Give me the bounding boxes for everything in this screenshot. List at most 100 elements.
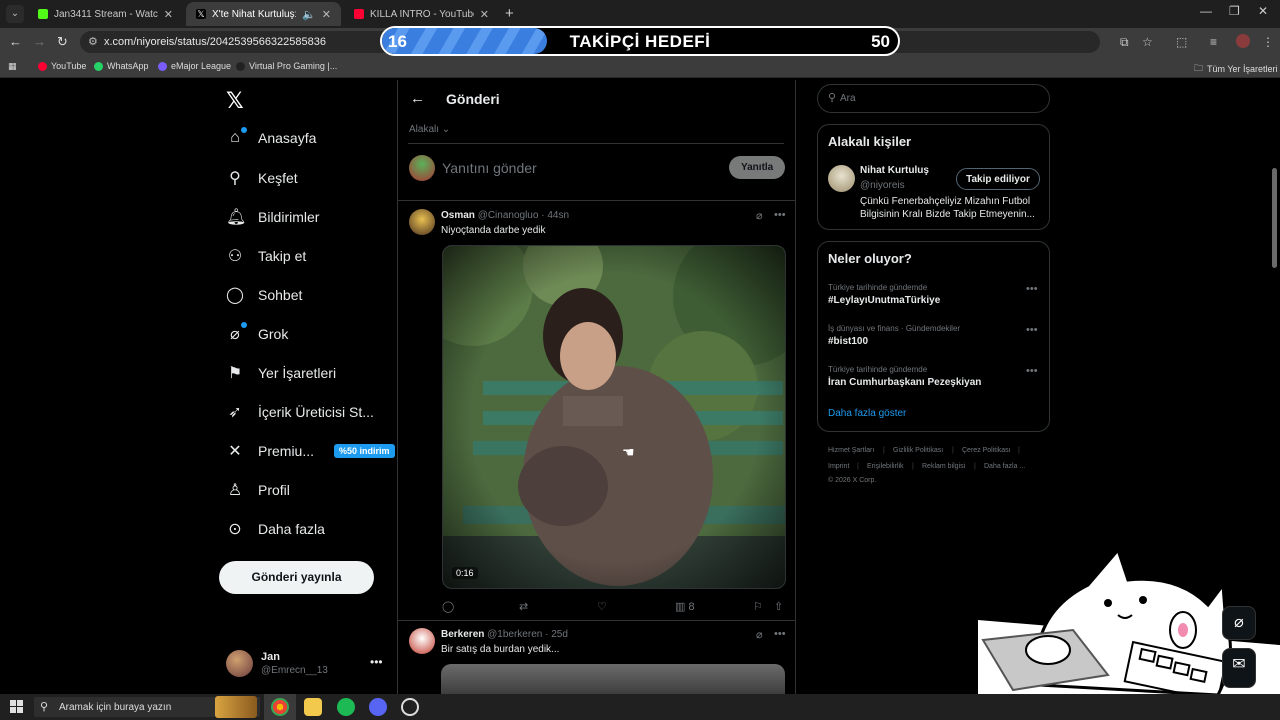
x-favicon-icon: 𝕏	[196, 9, 206, 19]
avatar[interactable]	[409, 628, 435, 654]
reply-icon[interactable]: ◯	[442, 600, 454, 613]
new-tab-button[interactable]: +	[505, 5, 514, 22]
more-dots-icon[interactable]: •••	[774, 209, 786, 221]
nav-more[interactable]: ⊙ Daha fazla	[226, 519, 325, 539]
all-bookmarks[interactable]: 🗀 Tüm Yer İşaretleri	[1194, 61, 1278, 77]
related-person-bio: Çünkü Fenerbahçeliyiz Mizahın Futbol Bil…	[860, 196, 1035, 220]
search-icon: ⚲	[828, 92, 837, 104]
rocket-icon: ➶	[228, 404, 242, 421]
share-icon[interactable]: ⇧	[774, 600, 783, 613]
nav-grok[interactable]: ⌀ Grok	[226, 322, 288, 344]
speaker-icon[interactable]: 🔈	[302, 8, 316, 21]
tab-search-button[interactable]: ⌄	[6, 5, 24, 23]
post-button[interactable]: Gönderi yayınla	[219, 561, 374, 594]
discord-icon[interactable]	[369, 698, 387, 716]
whatsapp-icon	[94, 61, 103, 71]
bookmark-icon[interactable]: ⚐	[753, 600, 763, 613]
sort-dropdown[interactable]: Alakalı ⌄	[409, 124, 450, 135]
bookmark-whatsapp[interactable]: WhatsApp	[94, 61, 149, 71]
more-dots-icon[interactable]: •••	[1026, 283, 1038, 295]
tweet-author[interactable]: Berkeren @1berkeren · 25d	[441, 629, 568, 640]
restore-icon[interactable]: ❐	[1229, 4, 1240, 18]
avatar[interactable]	[409, 209, 435, 235]
youtube-icon	[354, 9, 364, 19]
search-input[interactable]: ⚲ Ara	[817, 84, 1050, 113]
notification-dot	[241, 322, 247, 328]
premium-discount-badge: %50 indirim	[334, 444, 395, 458]
grok-icon[interactable]: ⌀	[756, 628, 763, 641]
like-icon[interactable]: ♡	[597, 600, 607, 613]
spotify-icon[interactable]	[337, 698, 355, 716]
bookmark-youtube[interactable]: YouTube	[38, 61, 86, 71]
file-explorer-icon[interactable]	[304, 698, 322, 716]
close-tab-icon[interactable]: ✕	[480, 8, 489, 21]
more-dots-icon[interactable]: •••	[370, 655, 383, 669]
tab-x-post[interactable]: 𝕏 X'te Nihat Kurtuluş: "KRİPTO 🔈 ✕	[186, 2, 341, 26]
profile-avatar-icon[interactable]	[1236, 34, 1250, 48]
avatar	[409, 155, 435, 181]
bookmark-star-icon[interactable]: ☆	[1142, 35, 1153, 49]
nav-follow[interactable]: ⚇ Takip et	[226, 246, 306, 266]
more-circle-icon: ⊙	[228, 521, 242, 538]
show-more-link[interactable]: Daha fazla göster	[828, 408, 906, 419]
views-icon: ▥	[675, 601, 686, 613]
tweet-author[interactable]: Osman @Cinanogluo · 44sn	[441, 210, 569, 221]
windows-start-icon[interactable]	[10, 700, 23, 713]
views-button[interactable]: ▥ 8	[675, 600, 695, 613]
related-person-name[interactable]: Nihat Kurtuluş	[860, 165, 929, 176]
x-logo-icon[interactable]: 𝕏	[226, 88, 244, 114]
following-button[interactable]: Takip ediliyor	[956, 168, 1040, 190]
nav-home[interactable]: ⌂ Anasayfa	[226, 127, 316, 147]
bookmark-emajor[interactable]: eMajor League	[158, 61, 231, 71]
tab-jan3411-stream[interactable]: Jan3411 Stream - Watch Live o ✕	[28, 2, 183, 26]
nav-bookmarks[interactable]: ⚑ Yer İşaretleri	[226, 363, 336, 383]
nav-profile[interactable]: ♙ Profil	[226, 480, 290, 500]
media-control-icon[interactable]: ≡	[1210, 35, 1217, 49]
apps-grid-icon[interactable]: ▦	[8, 61, 17, 72]
grok-floating-button[interactable]: ⌀	[1222, 606, 1256, 640]
close-window-icon[interactable]: ✕	[1258, 4, 1268, 18]
minimize-icon[interactable]: —	[1200, 4, 1212, 18]
nav-explore[interactable]: ⚲ Keşfet	[226, 168, 298, 188]
extensions-icon[interactable]: ⬚	[1176, 35, 1187, 49]
reply-button[interactable]: Yanıtla	[729, 156, 786, 179]
more-dots-icon[interactable]: •••	[1026, 365, 1038, 377]
tweet-video[interactable]: 0:16	[442, 245, 786, 589]
obs-icon[interactable]	[401, 698, 419, 716]
nav-premium[interactable]: ✕ Premiu... %50 indirim	[226, 441, 395, 461]
close-tab-icon[interactable]: ✕	[322, 8, 331, 21]
bell-icon: 🔔︎	[226, 209, 247, 226]
messages-floating-button[interactable]: ✉	[1222, 648, 1256, 688]
tweet-text: Niyoçtanda darbe yedik	[441, 225, 546, 236]
person-icon: ♙	[227, 482, 243, 499]
reply-input[interactable]: Yanıtını gönder	[442, 160, 537, 176]
forward-arrow-icon[interactable]: →	[33, 34, 46, 49]
divider	[398, 200, 795, 201]
more-dots-icon[interactable]: •••	[1026, 324, 1038, 336]
reload-icon[interactable]: ↻	[57, 34, 68, 50]
nav-chat[interactable]: ◯ Sohbet	[226, 285, 302, 305]
tweet-image[interactable]	[441, 664, 785, 694]
trends-card: Neler oluyor? Türkiye tarihinde gündemde…	[817, 241, 1050, 432]
tweet-actions: ◯ ⇄ ♡ ▥ 8 ⚐ ⇧	[442, 600, 786, 614]
nav-creator-studio[interactable]: ➶ İçerik Üreticisi St...	[226, 402, 374, 422]
page-scrollbar[interactable]	[1272, 168, 1277, 268]
nav-notifications[interactable]: 🔔︎ Bildirimler	[226, 207, 319, 227]
more-dots-icon[interactable]: •••	[774, 628, 786, 640]
cast-icon[interactable]: ⧉	[1120, 35, 1129, 50]
back-arrow-icon[interactable]: ←	[410, 90, 425, 107]
account-switcher[interactable]: Jan @Emrecn__13 •••	[226, 650, 386, 680]
back-arrow-icon[interactable]: ←	[9, 34, 22, 49]
mouse-cursor: ☚	[622, 444, 635, 460]
browser-menu-icon[interactable]: ⋮	[1262, 35, 1274, 49]
tab-killa-intro[interactable]: KILLA INTRO - YouTube ✕	[344, 2, 499, 26]
x-icon: ✕	[228, 443, 242, 460]
related-people-card: Alakalı kişiler Nihat Kurtuluş @niyoreis…	[817, 124, 1050, 230]
grok-icon[interactable]: ⌀	[756, 209, 763, 222]
retweet-icon[interactable]: ⇄	[519, 600, 528, 613]
close-tab-icon[interactable]: ✕	[164, 8, 173, 21]
site-info-icon[interactable]: ⚙	[88, 35, 98, 48]
bookmark-vpg[interactable]: Virtual Pro Gaming |...	[236, 61, 337, 71]
chrome-icon[interactable]	[271, 698, 289, 716]
avatar[interactable]	[828, 165, 855, 192]
